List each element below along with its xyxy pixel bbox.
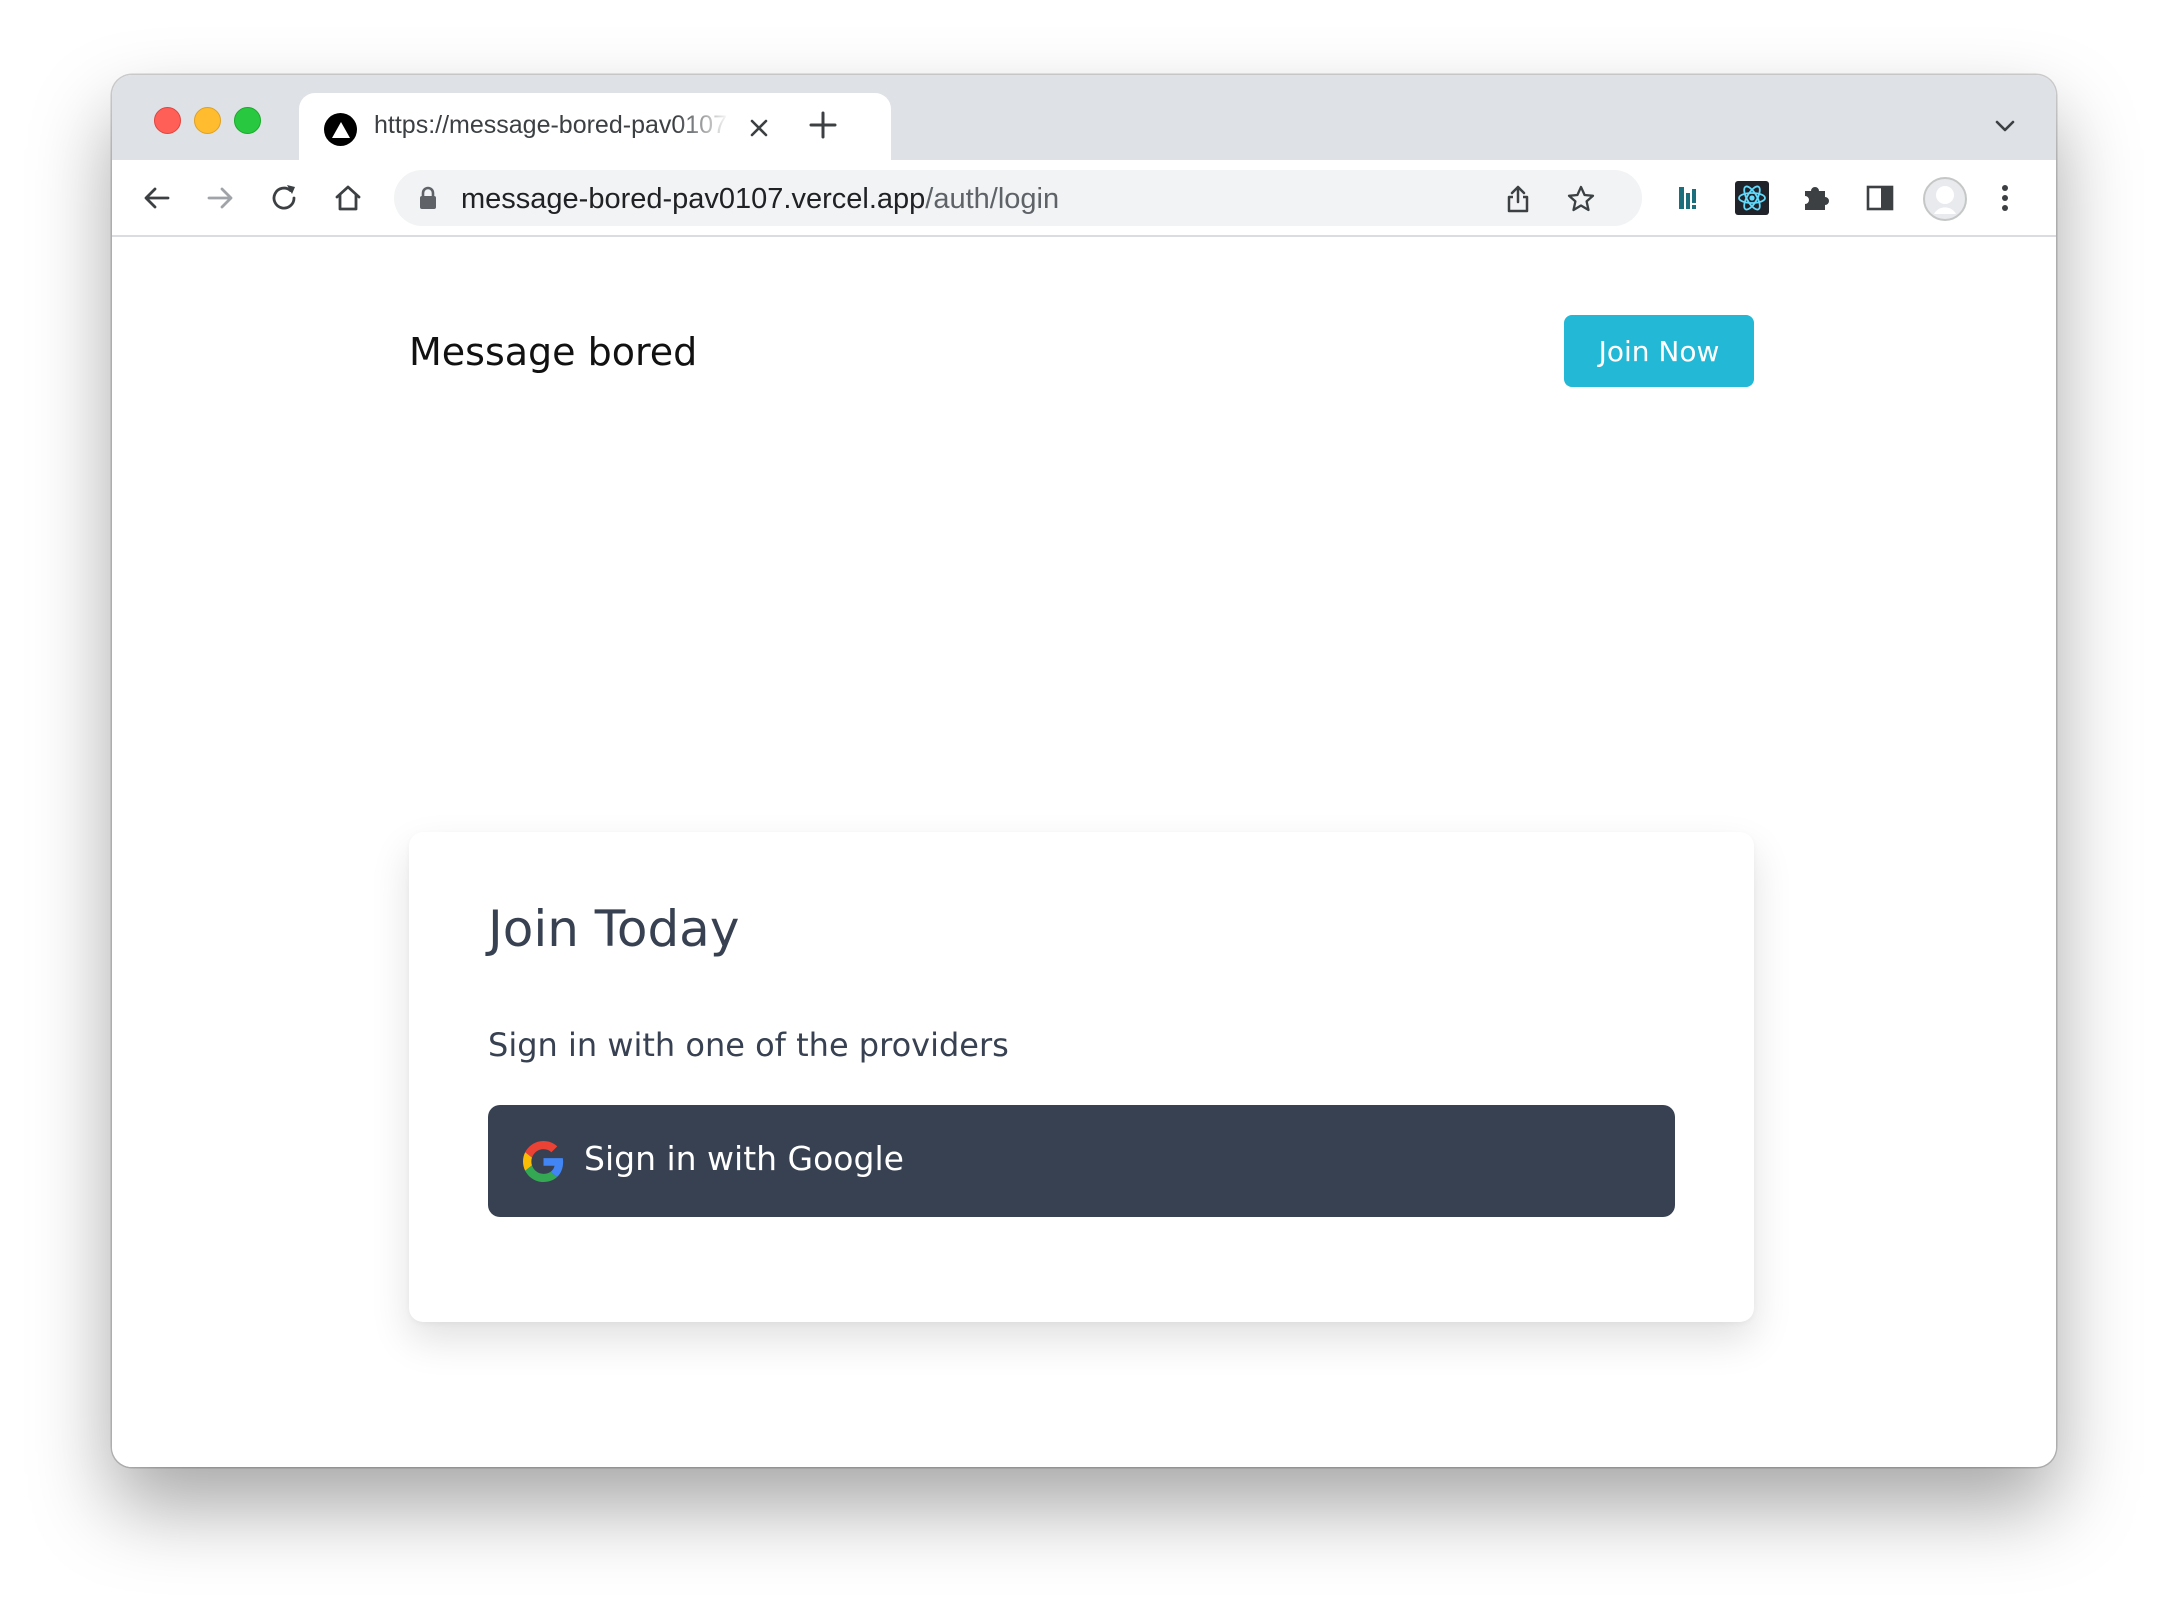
reload-icon[interactable]	[267, 181, 301, 215]
react-devtools-icon[interactable]	[1735, 181, 1769, 215]
close-icon[interactable]	[744, 113, 774, 143]
tab-title: https://message-bored-pav0107.vercel.app…	[374, 111, 729, 139]
browser-window: https://message-bored-pav0107.vercel.app…	[112, 75, 2056, 1467]
page-viewport: Message bored Join Now Join Today Sign i…	[112, 237, 2056, 1467]
extension-icon[interactable]	[1672, 181, 1706, 215]
vercel-icon	[324, 113, 357, 146]
star-icon[interactable]	[1565, 183, 1597, 215]
back-icon[interactable]	[140, 181, 174, 215]
toolbar: message-bored-pav0107.vercel.app/auth/lo…	[112, 160, 2056, 237]
minimize-window-button[interactable]	[194, 107, 221, 134]
share-icon[interactable]	[1502, 183, 1534, 215]
maximize-window-button[interactable]	[234, 107, 261, 134]
puzzle-icon[interactable]	[1799, 181, 1833, 215]
brand-logo[interactable]: Message bored	[409, 330, 697, 374]
side-panel-icon[interactable]	[1863, 181, 1897, 215]
login-card: Join Today Sign in with one of the provi…	[409, 832, 1754, 1322]
address-bar[interactable]: message-bored-pav0107.vercel.app/auth/lo…	[394, 170, 1642, 226]
card-title: Join Today	[488, 900, 740, 958]
tab-bar: https://message-bored-pav0107.vercel.app…	[112, 75, 2056, 160]
google-signin-label: Sign in with Google	[584, 1139, 904, 1178]
forward-icon[interactable]	[203, 181, 237, 215]
url-host: message-bored-pav0107.vercel.app	[461, 183, 926, 215]
google-icon	[523, 1141, 564, 1182]
close-window-button[interactable]	[154, 107, 181, 134]
lock-icon[interactable]	[416, 185, 440, 211]
active-tab[interactable]: https://message-bored-pav0107.vercel.app…	[299, 93, 891, 160]
profile-icon[interactable]	[1922, 176, 1968, 222]
chevron-down-icon[interactable]	[1992, 113, 2018, 139]
home-icon[interactable]	[331, 181, 365, 215]
more-icon[interactable]	[1988, 181, 2022, 215]
card-subtitle: Sign in with one of the providers	[488, 1026, 1009, 1064]
url-text[interactable]: message-bored-pav0107.vercel.app/auth/lo…	[461, 183, 1059, 216]
google-signin-button[interactable]: Sign in with Google	[488, 1105, 1675, 1217]
url-path: /auth/login	[925, 183, 1060, 215]
join-now-button[interactable]: Join Now	[1564, 315, 1754, 387]
plus-icon[interactable]	[805, 107, 841, 143]
